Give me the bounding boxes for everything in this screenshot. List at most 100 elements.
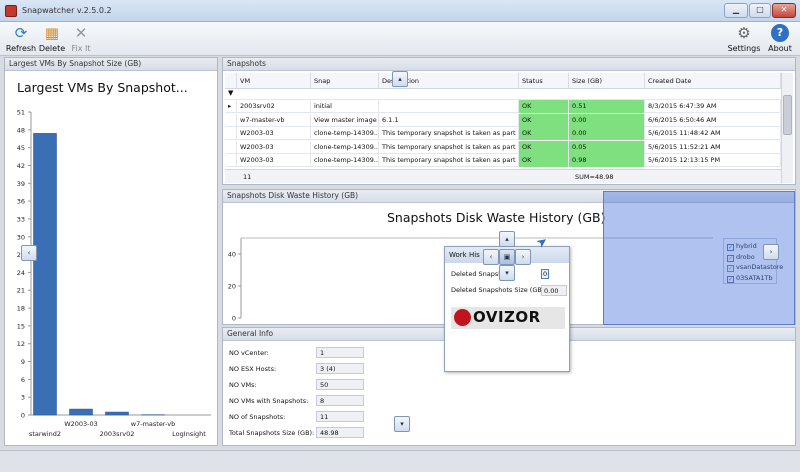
- deleted-size-value: 0.00: [541, 285, 567, 296]
- row-indicator: [225, 140, 237, 154]
- dock-left-button[interactable]: ‹: [21, 245, 37, 261]
- cell-desc: This temporary snapshot is taken as part…: [379, 127, 519, 141]
- info-label: NO ESX Hosts:: [229, 365, 277, 373]
- info-value: 1: [316, 347, 364, 358]
- y-tick-label: 42: [17, 162, 25, 170]
- dock-compass-top[interactable]: ▴: [499, 231, 515, 247]
- y-tick-label: 3: [21, 394, 25, 402]
- delete-button[interactable]: ▦ Delete: [38, 24, 66, 54]
- y-tick-label: 9: [21, 358, 25, 366]
- wrench-icon: ✕: [74, 24, 88, 42]
- row-indicator-header: [225, 73, 237, 89]
- column-header-size[interactable]: Size (GB): [569, 73, 645, 89]
- column-header-created-date[interactable]: Created Date: [645, 73, 781, 89]
- table-row[interactable]: W2003-03 clone-temp-14309... This temporar…: [225, 140, 781, 154]
- y-tick-label: 45: [17, 144, 25, 152]
- settings-button[interactable]: ⚙ Settings: [726, 24, 762, 54]
- bar: [69, 408, 93, 416]
- cell-created: 8/3/2015 6:47:39 AM: [645, 100, 781, 113]
- help-icon: ?: [771, 24, 789, 42]
- maximize-button[interactable]: □: [749, 3, 771, 18]
- cell-created: 5/6/2015 11:48:42 AM: [645, 127, 781, 141]
- info-value: 3 (4): [316, 363, 364, 374]
- deleted-snapshots-value: 0: [541, 269, 549, 279]
- largest-vms-chart-title: Largest VMs By Snapshot...: [17, 80, 188, 95]
- table-row[interactable]: W2003-03 clone-temp-14309... This temporar…: [225, 154, 781, 168]
- cell-size: 0.00: [569, 127, 645, 141]
- toolbar: ⟳ Refresh ▦ Delete ✕ Fix It ⚙ Settings ?…: [0, 22, 800, 56]
- dock-compass-center[interactable]: ▣: [499, 249, 515, 265]
- y-tick-label: 33: [17, 215, 25, 223]
- snapshots-grid: VM Snap Description Status Size (GB) Cre…: [225, 73, 793, 183]
- refresh-button[interactable]: ⟳ Refresh: [4, 24, 38, 54]
- info-label: NO of Snapshots:: [229, 413, 286, 421]
- filter-row[interactable]: ▼: [225, 89, 781, 100]
- cell-created: 6/6/2015 6:50:46 AM: [645, 113, 781, 127]
- dock-compass-bottom[interactable]: ▾: [499, 265, 515, 281]
- status-bar: [0, 450, 800, 472]
- cell-status: OK: [519, 113, 569, 127]
- cell-size: 0.05: [569, 140, 645, 154]
- info-label: NO VMs with Snapshots:: [229, 397, 309, 405]
- cell-status: OK: [519, 154, 569, 168]
- about-button[interactable]: ? About: [764, 24, 796, 54]
- x-tick-label: LogInsight: [172, 430, 206, 438]
- table-row[interactable]: ▸ 2003srv02 initial OK 0.51 8/3/2015 6:47:39 …: [225, 100, 781, 113]
- row-indicator: ▸: [225, 100, 237, 113]
- snapshots-panel: Snapshots VM Snap Description Status Siz…: [222, 57, 796, 185]
- row-indicator: [225, 154, 237, 168]
- work-history-window[interactable]: Work His Deleted Snapsh 0 Deleted Snapsh…: [444, 231, 570, 372]
- column-header-vm[interactable]: VM: [237, 73, 311, 89]
- column-header-snap[interactable]: Snap: [311, 73, 379, 89]
- app-icon: [5, 5, 17, 17]
- largest-vms-panel: Largest VMs By Snapshot Size (GB) Larges…: [4, 57, 218, 446]
- minimize-button[interactable]: ▁: [724, 3, 748, 18]
- footer-count: 11: [243, 173, 252, 181]
- cell-snap: clone-temp-14309...: [311, 140, 379, 154]
- cell-size: 0.98: [569, 154, 645, 168]
- dock-top-button[interactable]: ▴: [392, 71, 408, 87]
- about-label: About: [768, 44, 792, 53]
- bar: [105, 411, 129, 416]
- largest-vms-panel-header: Largest VMs By Snapshot Size (GB): [5, 58, 217, 71]
- gear-icon: ⚙: [737, 24, 751, 42]
- snapshots-panel-header: Snapshots: [223, 58, 795, 71]
- deleted-size-label: Deleted Snapshots Size (GB):: [451, 286, 547, 294]
- table-row[interactable]: w7-master-vb View master image 6.1.1 OK 0.00…: [225, 113, 781, 127]
- dock-compass-left[interactable]: ‹: [483, 249, 499, 265]
- scrollbar-thumb[interactable]: [783, 95, 792, 135]
- deleted-snapshots-label: Deleted Snapsh: [451, 270, 503, 278]
- y-tick-label: 15: [17, 322, 25, 330]
- bar: [33, 133, 57, 416]
- info-label: NO VMs:: [229, 381, 257, 389]
- snapshots-vertical-scrollbar[interactable]: [781, 73, 793, 183]
- settings-label: Settings: [727, 44, 761, 53]
- fix-it-button[interactable]: ✕ Fix It: [68, 24, 94, 54]
- refresh-icon: ⟳: [14, 24, 28, 42]
- y-tick-label: 20: [228, 283, 236, 291]
- dock-right-button[interactable]: ›: [763, 244, 779, 260]
- table-row[interactable]: W2003-03 clone-temp-14309... This temporar…: [225, 127, 781, 141]
- column-header-status[interactable]: Status: [519, 73, 569, 89]
- close-button[interactable]: ✕: [772, 3, 796, 18]
- y-tick-label: 18: [17, 305, 25, 313]
- cell-vm: 2003srv02: [237, 100, 311, 113]
- cell-snap: initial: [311, 100, 379, 113]
- cell-desc: This temporary snapshot is taken as part…: [379, 154, 519, 168]
- filter-icon: ▼: [228, 89, 234, 97]
- dock-compass-right[interactable]: ›: [515, 249, 531, 265]
- info-label: NO vCenter:: [229, 349, 269, 357]
- cell-desc: 6.1.1: [379, 113, 519, 127]
- y-tick-label: 40: [228, 251, 236, 259]
- advizor-logo-mark: [454, 309, 471, 326]
- dock-bottom-button[interactable]: ▾: [394, 416, 410, 432]
- info-value: 8: [316, 395, 364, 406]
- y-tick-label: 39: [17, 180, 25, 188]
- cell-status: OK: [519, 140, 569, 154]
- y-tick-label: 0: [232, 315, 236, 323]
- refresh-label: Refresh: [5, 44, 37, 53]
- snapshots-rows: ▸ 2003srv02 initial OK 0.51 8/3/2015 6:47:39 …: [225, 100, 781, 169]
- info-value: 48.98: [316, 427, 364, 438]
- row-indicator: [225, 113, 237, 127]
- y-tick-label: 21: [17, 287, 25, 295]
